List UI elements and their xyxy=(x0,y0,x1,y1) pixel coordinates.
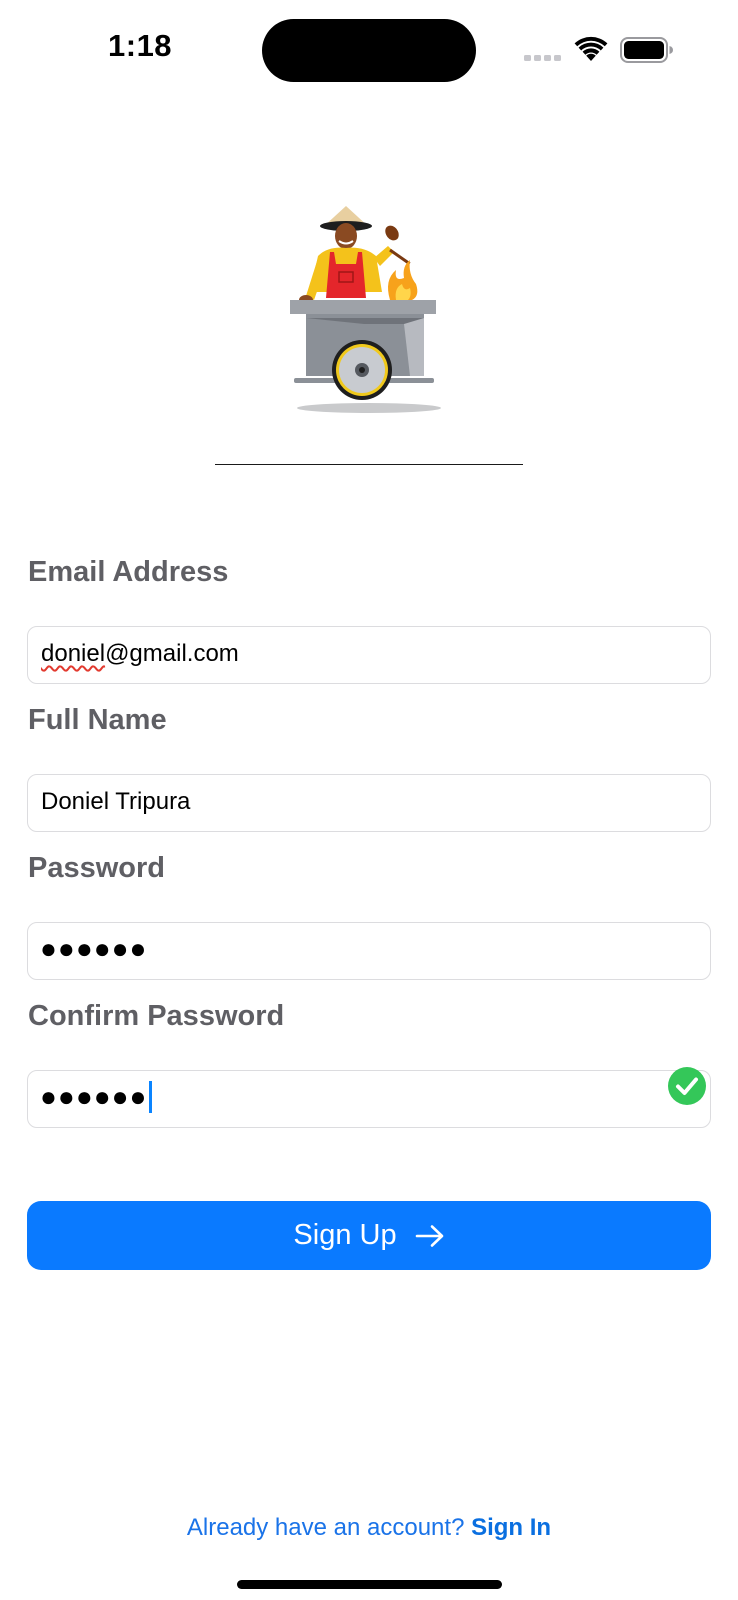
dynamic-island xyxy=(262,19,476,82)
wifi-icon xyxy=(574,36,608,61)
sign-in-prompt-row: Already have an account? Sign In xyxy=(0,1514,738,1542)
arrow-right-icon xyxy=(415,1224,443,1247)
sign-in-link[interactable]: Sign In xyxy=(471,1514,551,1541)
confirm-password-label: Confirm Password xyxy=(28,1000,285,1032)
full-name-label: Full Name xyxy=(28,704,167,736)
checkmark-circle-icon xyxy=(668,1067,706,1105)
status-time: 1:18 xyxy=(108,28,173,63)
cellular-signal-icon xyxy=(524,55,561,61)
sign-up-button[interactable]: Sign Up xyxy=(27,1201,711,1270)
sign-up-label: Sign Up xyxy=(293,1219,397,1251)
password-label: Password xyxy=(28,852,165,884)
confirm-password-masked-value: ●●●●●● xyxy=(40,1081,153,1113)
misspelled-word: doniel xyxy=(41,640,106,667)
sign-in-prompt-text: Already have an account? xyxy=(186,1514,465,1541)
confirm-password-field[interactable]: ●●●●●● xyxy=(27,1067,711,1128)
email-value: doniel@gmail.com xyxy=(41,640,239,668)
full-name-value: Doniel Tripura xyxy=(41,788,191,815)
logo-divider xyxy=(215,464,523,465)
home-indicator[interactable] xyxy=(237,1580,502,1589)
full-name-field[interactable]: Doniel Tripura xyxy=(27,774,711,832)
password-masked-value: ●●●●●● xyxy=(40,933,148,964)
password-field[interactable]: ●●●●●● xyxy=(27,922,711,980)
email-field[interactable]: doniel@gmail.com xyxy=(27,626,711,684)
email-label: Email Address xyxy=(28,556,229,588)
vendor-cart-logo-icon xyxy=(290,206,441,413)
battery-icon xyxy=(620,37,673,63)
text-cursor xyxy=(149,1081,153,1113)
email-value-rest: @gmail.com xyxy=(105,640,239,667)
